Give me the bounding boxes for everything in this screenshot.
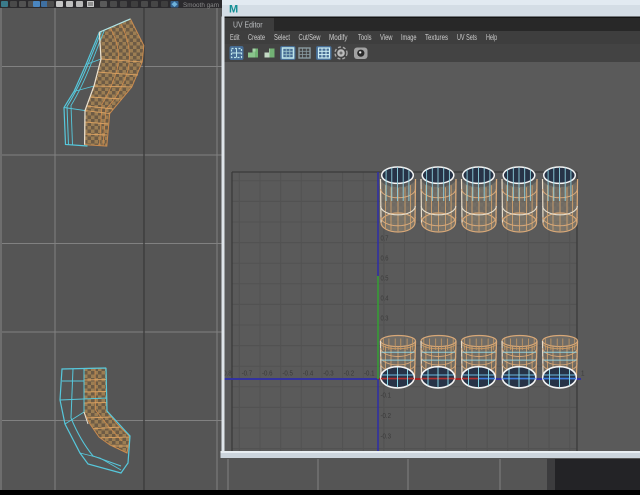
svg-text:Edit: Edit [230,32,240,42]
svg-text:-0.7: -0.7 [242,369,253,378]
svg-text:Cut/Sew: Cut/Sew [299,32,322,42]
svg-text:0.6: 0.6 [381,254,389,263]
svg-text:UV Editor: UV Editor [233,20,263,30]
svg-text:-0.1: -0.1 [364,369,375,378]
svg-text:Image: Image [401,32,417,42]
svg-text:1: 1 [581,369,585,378]
svg-text:Create: Create [248,32,265,42]
svg-text:Tools: Tools [358,32,372,42]
svg-text:View: View [380,32,393,42]
svg-text:-0.3: -0.3 [381,432,392,441]
svg-text:-0.5: -0.5 [282,369,293,378]
svg-text:-0.1: -0.1 [381,391,392,400]
svg-text:-0.2: -0.2 [381,411,392,420]
svg-text:0.3: 0.3 [381,314,389,323]
svg-text:M: M [229,4,238,16]
svg-text:Help: Help [486,32,497,42]
svg-text:Modify: Modify [329,32,348,42]
svg-text:-0.4: -0.4 [303,369,314,378]
svg-text:-0.3: -0.3 [323,369,334,378]
svg-text:-0.2: -0.2 [344,369,355,378]
svg-text:UV Sets: UV Sets [457,32,477,42]
svg-text:Smooth gam: Smooth gam [183,3,219,9]
svg-text:Select: Select [274,32,290,42]
svg-text:0.7: 0.7 [381,234,389,243]
svg-text:0.4: 0.4 [381,294,389,303]
svg-text:-0.6: -0.6 [262,369,273,378]
svg-text:0.5: 0.5 [381,274,389,283]
svg-text:Textures: Textures [425,32,448,42]
